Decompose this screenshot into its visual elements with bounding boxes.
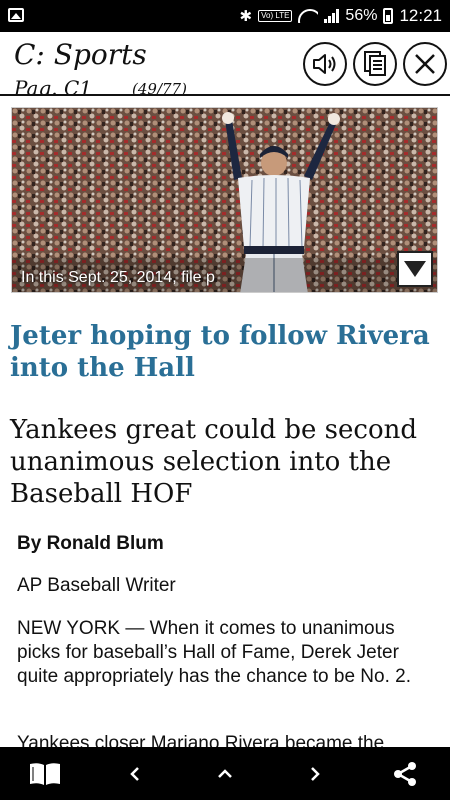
author-role: AP Baseball Writer xyxy=(17,575,176,596)
page-count: (49/77) xyxy=(132,80,187,94)
bluetooth-icon: ✱ xyxy=(239,8,253,25)
article-paragraph: NEW YORK — When it comes to unanimous pi… xyxy=(17,618,411,687)
chevron-right-icon xyxy=(311,766,320,781)
battery-percent: 56% xyxy=(345,7,378,24)
share-icon xyxy=(394,761,416,786)
bottom-navigation xyxy=(0,747,450,800)
speaker-icon xyxy=(313,54,336,74)
scroll-top-button[interactable] xyxy=(200,747,250,800)
article-paragraph-text: Yankees closer Mariano Rivera became the xyxy=(17,733,385,747)
speaker-button[interactable] xyxy=(303,42,347,86)
share-button[interactable] xyxy=(380,747,430,800)
section-title: C: Sports xyxy=(14,38,147,71)
battery-icon xyxy=(383,8,394,24)
chevron-left-icon xyxy=(130,766,139,781)
chevron-up-icon xyxy=(218,768,232,778)
pages-button[interactable] xyxy=(353,42,397,86)
reader-header: C: Sports Pag. C1 (49/77) xyxy=(0,32,450,96)
next-button[interactable] xyxy=(290,747,340,800)
article-headline: Jeter hoping to follow Rivera into the H… xyxy=(10,321,430,383)
close-icon xyxy=(415,54,435,74)
article-subheadline: Yankees great could be second unanimous … xyxy=(10,415,418,509)
volte-icon: Vo) LTE xyxy=(258,10,293,22)
close-button[interactable] xyxy=(403,42,447,86)
library-button[interactable] xyxy=(20,747,70,800)
pages-icon xyxy=(364,51,386,76)
wifi-icon xyxy=(298,9,319,23)
page-label: Pag. C1 xyxy=(14,76,93,94)
status-bar: ✱ Vo) LTE 56% 12:21 xyxy=(0,0,450,32)
previous-button[interactable] xyxy=(110,747,160,800)
signal-icon xyxy=(324,9,340,23)
clock: 12:21 xyxy=(399,6,442,25)
triangle-down-icon xyxy=(404,261,426,277)
gallery-icon xyxy=(8,8,24,22)
article-byline: By Ronald Blum xyxy=(17,533,164,554)
book-icon xyxy=(30,762,60,785)
article-paragraph-partial: Yankees closer Mariano Rivera became the xyxy=(17,731,432,747)
photo-caption: In this Sept. 25, 2014, file p xyxy=(21,269,215,286)
caption-expand-button[interactable] xyxy=(397,251,433,287)
